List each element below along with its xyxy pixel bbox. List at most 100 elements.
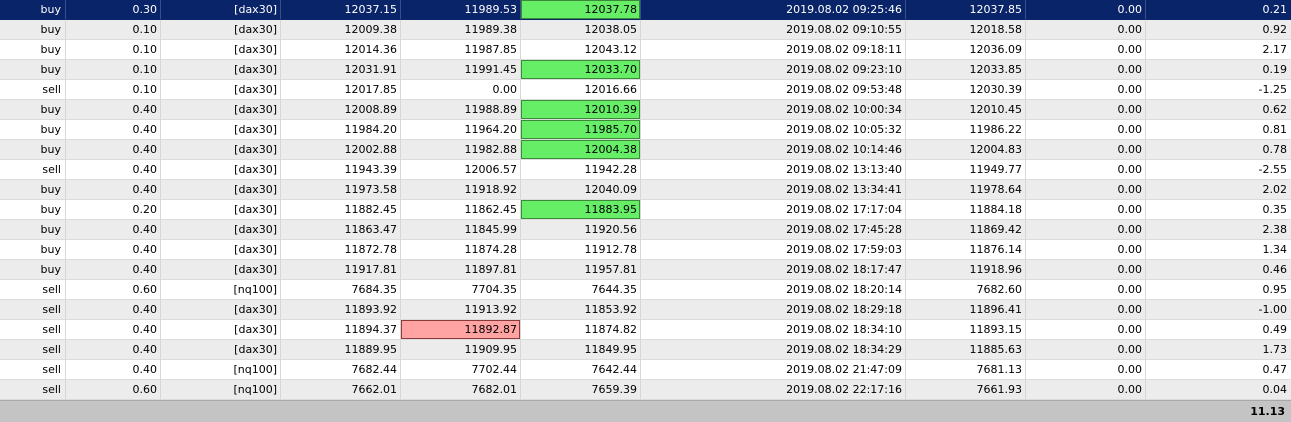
profit-cell: 0.35 bbox=[1146, 200, 1291, 220]
open-price-cell: 11863.47 bbox=[281, 220, 401, 240]
profit-cell: 1.34 bbox=[1146, 240, 1291, 260]
table-row[interactable]: buy 0.40 [dax30] 11973.58 11918.92 12040.09 20… bbox=[0, 180, 1291, 200]
commission-cell: 0.00 bbox=[1026, 300, 1146, 320]
open-time-cell: 2019.08.02 18:29:18 bbox=[641, 300, 906, 320]
stop-loss-cell: 11862.45 bbox=[401, 200, 521, 220]
open-price-cell: 12017.85 bbox=[281, 80, 401, 100]
table-row[interactable]: sell 0.60 [nq100] 7684.35 7704.35 7644.35 2019… bbox=[0, 280, 1291, 300]
table-row[interactable]: buy 0.40 [dax30] 12002.88 11982.88 12004.38 20… bbox=[0, 140, 1291, 160]
take-profit-cell: 11883.95 bbox=[521, 200, 641, 220]
stop-loss-cell: 11913.92 bbox=[401, 300, 521, 320]
open-time-cell: 2019.08.02 09:10:55 bbox=[641, 20, 906, 40]
commission-cell: 0.00 bbox=[1026, 20, 1146, 40]
table-row[interactable]: buy 0.40 [dax30] 12008.89 11988.89 12010.39 20… bbox=[0, 100, 1291, 120]
table-row[interactable]: buy 0.40 [dax30] 11917.81 11897.81 11957.81 20… bbox=[0, 260, 1291, 280]
stop-loss-cell: 11988.89 bbox=[401, 100, 521, 120]
order-type-cell: sell bbox=[0, 80, 66, 100]
symbol-cell: [dax30] bbox=[161, 80, 281, 100]
stop-loss-cell: 11897.81 bbox=[401, 260, 521, 280]
take-profit-cell: 11920.56 bbox=[521, 220, 641, 240]
volume-cell: 0.10 bbox=[66, 80, 161, 100]
open-price-cell: 11894.37 bbox=[281, 320, 401, 340]
take-profit-cell: 12016.66 bbox=[521, 80, 641, 100]
current-price-cell: 12004.83 bbox=[906, 140, 1026, 160]
open-price-cell: 7682.44 bbox=[281, 360, 401, 380]
table-row[interactable]: buy 0.10 [dax30] 12014.36 11987.85 12043.12 20… bbox=[0, 40, 1291, 60]
table-row[interactable]: buy 0.20 [dax30] 11882.45 11862.45 11883.95 20… bbox=[0, 200, 1291, 220]
stop-loss-cell: 11845.99 bbox=[401, 220, 521, 240]
order-type-cell: buy bbox=[0, 0, 66, 20]
volume-cell: 0.40 bbox=[66, 220, 161, 240]
commission-cell: 0.00 bbox=[1026, 140, 1146, 160]
current-price-cell: 11986.22 bbox=[906, 120, 1026, 140]
table-row[interactable]: buy 0.10 [dax30] 12009.38 11989.38 12038.05 20… bbox=[0, 20, 1291, 40]
order-type-cell: buy bbox=[0, 220, 66, 240]
table-row[interactable]: sell 0.40 [dax30] 11894.37 11892.87 11874.82 2… bbox=[0, 320, 1291, 340]
current-price-cell: 12036.09 bbox=[906, 40, 1026, 60]
commission-cell: 0.00 bbox=[1026, 120, 1146, 140]
take-profit-cell: 11874.82 bbox=[521, 320, 641, 340]
open-price-cell: 12037.15 bbox=[281, 0, 401, 20]
open-time-cell: 2019.08.02 10:05:32 bbox=[641, 120, 906, 140]
open-time-cell: 2019.08.02 09:53:48 bbox=[641, 80, 906, 100]
order-type-cell: sell bbox=[0, 340, 66, 360]
table-row[interactable]: buy 0.40 [dax30] 11863.47 11845.99 11920.56 20… bbox=[0, 220, 1291, 240]
stop-loss-cell: 0.00 bbox=[401, 80, 521, 100]
table-row[interactable]: sell 0.40 [dax30] 11893.92 11913.92 11853.92 2… bbox=[0, 300, 1291, 320]
open-price-cell: 12002.88 bbox=[281, 140, 401, 160]
commission-cell: 0.00 bbox=[1026, 380, 1146, 400]
commission-cell: 0.00 bbox=[1026, 180, 1146, 200]
order-type-cell: buy bbox=[0, 140, 66, 160]
take-profit-cell: 12040.09 bbox=[521, 180, 641, 200]
symbol-cell: [dax30] bbox=[161, 140, 281, 160]
take-profit-cell: 12037.78 bbox=[521, 0, 641, 20]
profit-cell: 0.47 bbox=[1146, 360, 1291, 380]
open-time-cell: 2019.08.02 18:17:47 bbox=[641, 260, 906, 280]
profit-cell: 2.02 bbox=[1146, 180, 1291, 200]
open-time-cell: 2019.08.02 22:17:16 bbox=[641, 380, 906, 400]
symbol-cell: [dax30] bbox=[161, 260, 281, 280]
current-price-cell: 11918.96 bbox=[906, 260, 1026, 280]
stop-loss-cell: 11989.38 bbox=[401, 20, 521, 40]
table-row[interactable]: buy 0.40 [dax30] 11984.20 11964.20 11985.70 20… bbox=[0, 120, 1291, 140]
current-price-cell: 11884.18 bbox=[906, 200, 1026, 220]
stop-loss-cell: 11982.88 bbox=[401, 140, 521, 160]
commission-cell: 0.00 bbox=[1026, 220, 1146, 240]
table-row[interactable]: buy 0.10 [dax30] 12031.91 11991.45 12033.70 20… bbox=[0, 60, 1291, 80]
current-price-cell: 12018.58 bbox=[906, 20, 1026, 40]
order-type-cell: buy bbox=[0, 40, 66, 60]
open-price-cell: 7662.01 bbox=[281, 380, 401, 400]
open-time-cell: 2019.08.02 13:34:41 bbox=[641, 180, 906, 200]
stop-loss-cell: 11892.87 bbox=[401, 320, 521, 340]
volume-cell: 0.20 bbox=[66, 200, 161, 220]
table-row[interactable]: sell 0.10 [dax30] 12017.85 0.00 12016.66 2019.… bbox=[0, 80, 1291, 100]
symbol-cell: [dax30] bbox=[161, 340, 281, 360]
symbol-cell: [dax30] bbox=[161, 20, 281, 40]
open-price-cell: 12031.91 bbox=[281, 60, 401, 80]
table-row[interactable]: sell 0.60 [nq100] 7662.01 7682.01 7659.39 2019… bbox=[0, 380, 1291, 400]
take-profit-cell: 12004.38 bbox=[521, 140, 641, 160]
order-type-cell: buy bbox=[0, 200, 66, 220]
current-price-cell: 11893.15 bbox=[906, 320, 1026, 340]
table-row[interactable]: buy 0.30 [dax30] 12037.15 11989.53 12037.78 20… bbox=[0, 0, 1291, 20]
take-profit-cell: 11957.81 bbox=[521, 260, 641, 280]
volume-cell: 0.40 bbox=[66, 300, 161, 320]
table-row[interactable]: sell 0.40 [dax30] 11889.95 11909.95 11849.95 2… bbox=[0, 340, 1291, 360]
open-time-cell: 2019.08.02 18:34:29 bbox=[641, 340, 906, 360]
take-profit-cell: 7644.35 bbox=[521, 280, 641, 300]
open-time-cell: 2019.08.02 21:47:09 bbox=[641, 360, 906, 380]
table-row[interactable]: sell 0.40 [nq100] 7682.44 7702.44 7642.44 2019… bbox=[0, 360, 1291, 380]
volume-cell: 0.10 bbox=[66, 60, 161, 80]
volume-cell: 0.40 bbox=[66, 340, 161, 360]
profit-cell: 0.19 bbox=[1146, 60, 1291, 80]
profit-cell: 1.73 bbox=[1146, 340, 1291, 360]
table-row[interactable]: buy 0.40 [dax30] 11872.78 11874.28 11912.78 20… bbox=[0, 240, 1291, 260]
profit-cell: 0.92 bbox=[1146, 20, 1291, 40]
commission-cell: 0.00 bbox=[1026, 280, 1146, 300]
stop-loss-cell: 7704.35 bbox=[401, 280, 521, 300]
current-price-cell: 11978.64 bbox=[906, 180, 1026, 200]
open-time-cell: 2019.08.02 10:00:34 bbox=[641, 100, 906, 120]
volume-cell: 0.40 bbox=[66, 260, 161, 280]
table-row[interactable]: sell 0.40 [dax30] 11943.39 12006.57 11942.28 2… bbox=[0, 160, 1291, 180]
commission-cell: 0.00 bbox=[1026, 60, 1146, 80]
